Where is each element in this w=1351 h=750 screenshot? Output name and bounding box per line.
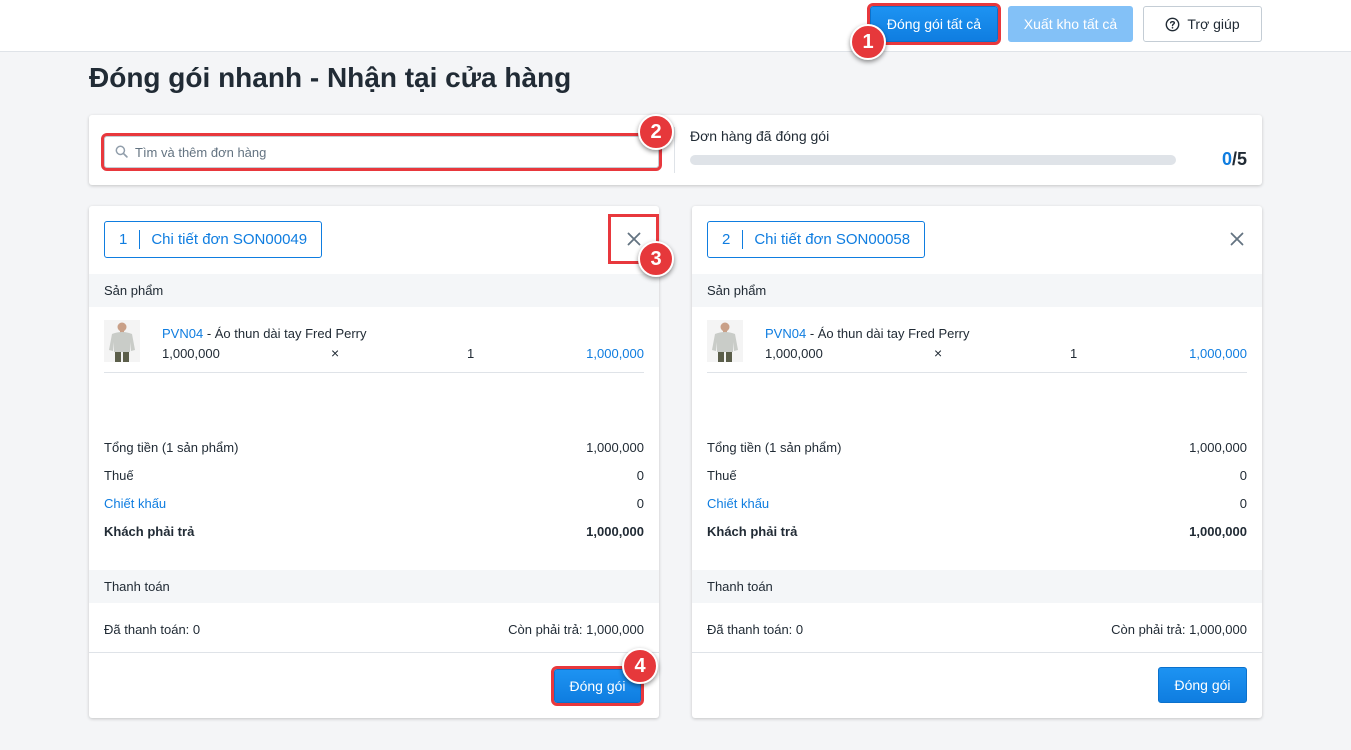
- top-bar: Đóng gói tất cả Xuất kho tất cả Trợ giúp: [0, 0, 1351, 52]
- search-icon: [115, 145, 128, 158]
- multiply-icon: ×: [331, 345, 340, 361]
- order-index: 1: [119, 230, 141, 249]
- discount-value: 0: [1239, 496, 1247, 511]
- packed-orders-label: Đơn hàng đã đóng gói: [690, 128, 830, 144]
- remaining-amount: Còn phải trả: 1,000,000: [1111, 622, 1247, 637]
- products-section-header: Sản phẩm: [692, 274, 1262, 307]
- product-separator: -: [806, 326, 818, 341]
- annotation-badge-1: 1: [850, 24, 886, 60]
- order-title: Chi tiết đơn SON00058: [754, 231, 911, 248]
- packed-progress-bar: [690, 155, 1176, 165]
- payment-row: Đã thanh toán: 0 Còn phải trả: 1,000,000: [707, 622, 1247, 637]
- discount-link[interactable]: Chiết khấu: [707, 496, 769, 511]
- close-icon: [1230, 232, 1244, 246]
- panel-divider: [674, 127, 675, 173]
- products-section-header: Sản phẩm: [89, 274, 659, 307]
- product-title: Áo thun dài tay Fred Perry: [817, 326, 970, 341]
- packed-count: 0/5: [1222, 149, 1247, 170]
- amount-due-row: Khách phải trả 1,000,000: [707, 524, 1247, 539]
- order-card-1: 1 Chi tiết đơn SON00049 Sản phẩm PVN04 -…: [89, 206, 659, 718]
- search-box[interactable]: [101, 133, 662, 171]
- help-circle-icon: [1165, 17, 1180, 31]
- product-code-link[interactable]: PVN04: [162, 326, 203, 341]
- multiply-icon: ×: [934, 345, 943, 361]
- tax-label: Thuế: [707, 468, 737, 483]
- remaining-amount: Còn phải trả: 1,000,000: [508, 622, 644, 637]
- order-header: 1 Chi tiết đơn SON00049: [104, 221, 323, 258]
- amount-due-value: 1,000,000: [1189, 524, 1247, 539]
- discount-value: 0: [636, 496, 644, 511]
- sweater-image-icon: [104, 320, 140, 362]
- close-icon: [627, 232, 640, 246]
- tax-label: Thuế: [104, 468, 134, 483]
- order-header: 2 Chi tiết đơn SON00058: [707, 221, 926, 258]
- search-input[interactable]: [135, 141, 645, 163]
- product-quantity: 1: [1070, 346, 1078, 361]
- product-separator: -: [203, 326, 215, 341]
- packed-count-total: /5: [1231, 149, 1247, 169]
- tax-row: Thuế 0: [707, 468, 1247, 483]
- remove-order-button[interactable]: [1226, 228, 1248, 250]
- footer-divider: [89, 652, 659, 653]
- product-thumbnail: [707, 320, 743, 362]
- annotation-badge-4: 4: [622, 648, 658, 684]
- product-name: PVN04 - Áo thun dài tay Fred Perry: [162, 326, 367, 341]
- annotation-badge-3: 3: [638, 241, 674, 277]
- export-all-button[interactable]: Xuất kho tất cả: [1008, 6, 1133, 42]
- sweater-image-icon: [707, 320, 743, 362]
- tax-row: Thuế 0: [104, 468, 644, 483]
- subtotal-value: 1,000,000: [1189, 440, 1247, 455]
- product-divider: [707, 372, 1247, 373]
- amount-due-row: Khách phải trả 1,000,000: [104, 524, 644, 539]
- subtotal-row: Tổng tiền (1 sản phẩm) 1,000,000: [707, 440, 1247, 455]
- pack-all-button[interactable]: Đóng gói tất cả: [867, 3, 1001, 45]
- order-title: Chi tiết đơn SON00049: [151, 231, 308, 248]
- payment-section-header: Thanh toán: [89, 570, 659, 603]
- paid-amount: Đã thanh toán: 0: [707, 622, 804, 637]
- help-label: Trợ giúp: [1187, 16, 1240, 32]
- amount-due-label: Khách phải trả: [104, 524, 195, 539]
- payment-section-header: Thanh toán: [692, 570, 1262, 603]
- help-button[interactable]: Trợ giúp: [1143, 6, 1262, 42]
- payment-row: Đã thanh toán: 0 Còn phải trả: 1,000,000: [104, 622, 644, 637]
- amount-due-label: Khách phải trả: [707, 524, 798, 539]
- paid-amount: Đã thanh toán: 0: [104, 622, 201, 637]
- subtotal-row: Tổng tiền (1 sản phẩm) 1,000,000: [104, 440, 644, 455]
- tax-value: 0: [636, 468, 644, 483]
- product-code-link[interactable]: PVN04: [765, 326, 806, 341]
- subtotal-label: Tổng tiền (1 sản phẩm): [104, 440, 239, 455]
- order-index: 2: [722, 230, 744, 249]
- product-line-total: 1,000,000: [586, 346, 644, 361]
- product-thumbnail: [104, 320, 140, 362]
- footer-divider: [692, 652, 1262, 653]
- discount-link[interactable]: Chiết khấu: [104, 496, 166, 511]
- packed-count-done: 0: [1221, 149, 1232, 169]
- product-unit-price: 1,000,000: [765, 346, 823, 361]
- product-title: Áo thun dài tay Fred Perry: [214, 326, 367, 341]
- product-name: PVN04 - Áo thun dài tay Fred Perry: [765, 326, 970, 341]
- amount-due-value: 1,000,000: [586, 524, 644, 539]
- product-divider: [104, 372, 644, 373]
- page-title: Đóng gói nhanh - Nhận tại cửa hàng: [89, 62, 572, 93]
- product-quantity: 1: [467, 346, 475, 361]
- annotation-badge-2: 2: [638, 114, 674, 150]
- product-unit-price: 1,000,000: [162, 346, 220, 361]
- order-card-2: 2 Chi tiết đơn SON00058 Sản phẩm PVN04 -…: [692, 206, 1262, 718]
- search-panel: Đơn hàng đã đóng gói 0/5: [89, 115, 1262, 185]
- product-line-total: 1,000,000: [1189, 346, 1247, 361]
- discount-row: Chiết khấu 0: [104, 496, 644, 511]
- tax-value: 0: [1239, 468, 1247, 483]
- subtotal-label: Tổng tiền (1 sản phẩm): [707, 440, 842, 455]
- pack-order-button[interactable]: Đóng gói: [1158, 667, 1247, 703]
- discount-row: Chiết khấu 0: [707, 496, 1247, 511]
- subtotal-value: 1,000,000: [586, 440, 644, 455]
